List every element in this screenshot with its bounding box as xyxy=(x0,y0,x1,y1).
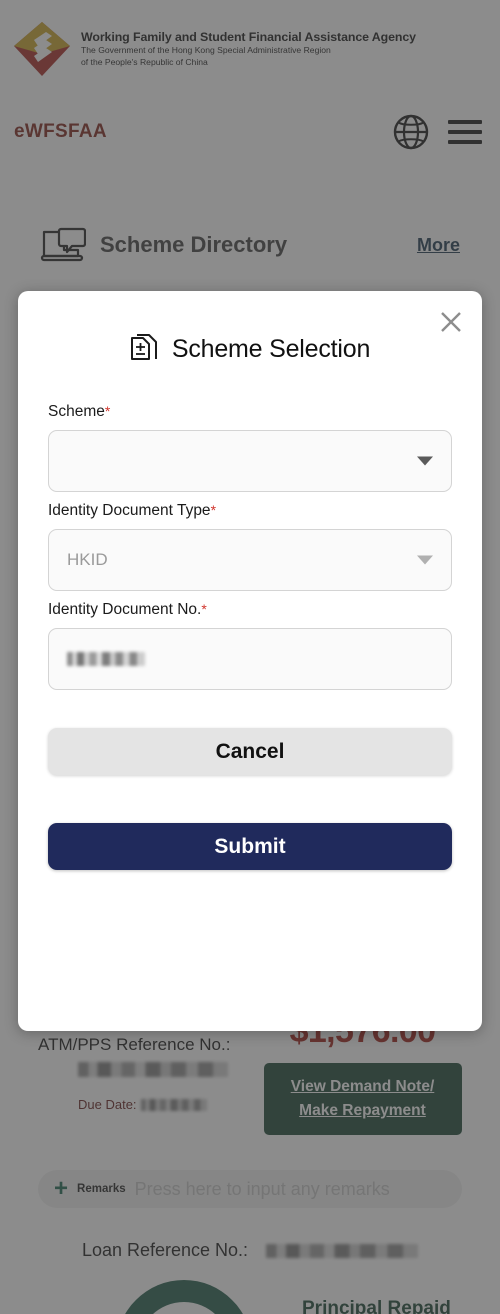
field-scheme: Scheme* xyxy=(48,403,452,492)
identity-document-type-select[interactable]: HKID xyxy=(48,529,452,591)
identity-document-type-label: Identity Document Type* xyxy=(48,502,452,520)
field-identity-document-no: Identity Document No.* xyxy=(48,601,452,690)
chevron-down-icon xyxy=(417,555,433,565)
scheme-selection-dialog: Scheme Selection Scheme* Identity Docume… xyxy=(18,291,482,1031)
dialog-header: Scheme Selection xyxy=(18,291,482,365)
identity-document-no-value-redacted xyxy=(67,652,145,666)
required-asterisk: * xyxy=(210,502,217,518)
document-selection-icon xyxy=(130,333,158,365)
submit-button[interactable]: Submit xyxy=(48,823,452,870)
identity-document-no-label-text: Identity Document No. xyxy=(48,601,202,618)
required-asterisk: * xyxy=(201,601,207,617)
cancel-button[interactable]: Cancel xyxy=(48,728,452,775)
scheme-selection-form: Scheme* Identity Document Type* HKID Ide… xyxy=(18,365,482,690)
close-icon[interactable] xyxy=(436,307,466,337)
field-identity-document-type: Identity Document Type* HKID xyxy=(48,502,452,591)
dialog-actions: Cancel Submit xyxy=(18,700,482,870)
chevron-down-icon xyxy=(417,456,433,466)
scheme-label-text: Scheme xyxy=(48,403,105,420)
required-asterisk: * xyxy=(104,403,111,419)
dialog-title: Scheme Selection xyxy=(171,334,371,363)
identity-document-no-input[interactable] xyxy=(48,628,452,690)
identity-document-type-label-text: Identity Document Type xyxy=(48,502,211,519)
identity-document-no-label: Identity Document No.* xyxy=(48,601,452,619)
scheme-label: Scheme* xyxy=(48,403,452,421)
scheme-select[interactable] xyxy=(48,430,452,492)
identity-document-type-value: HKID xyxy=(67,550,108,569)
